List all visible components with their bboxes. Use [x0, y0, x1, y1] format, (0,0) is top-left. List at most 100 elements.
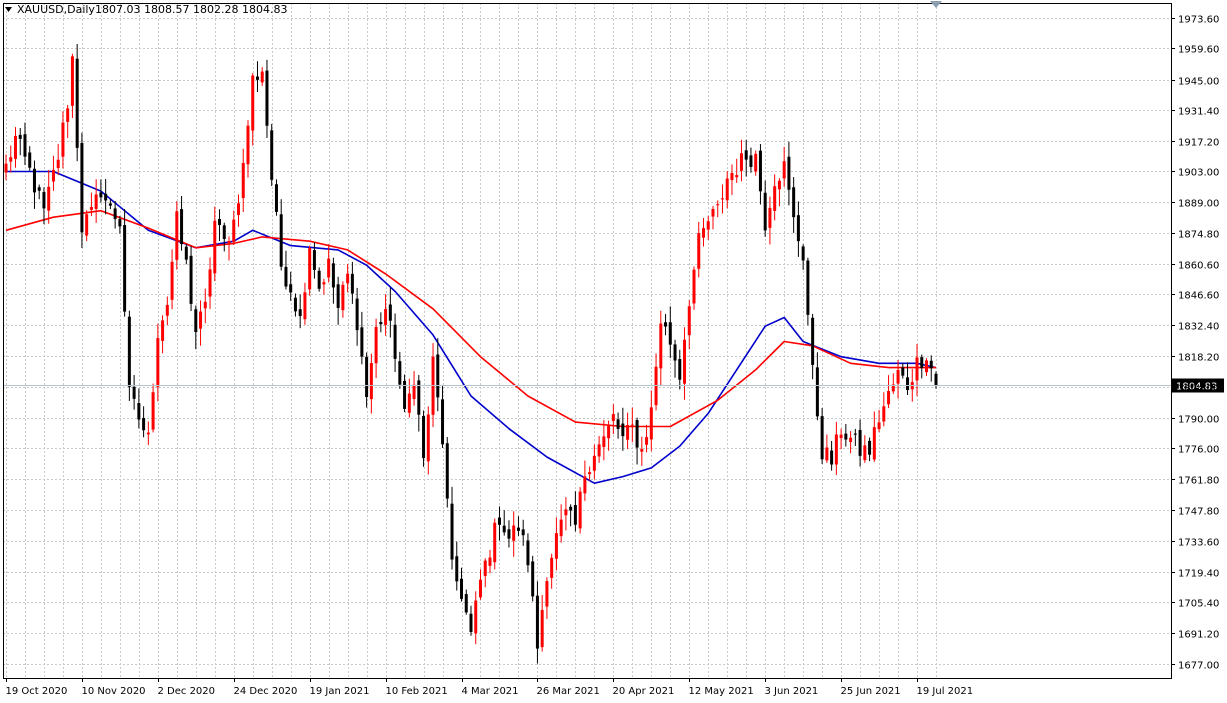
candle-bull[interactable] [47, 186, 51, 211]
candle-bull[interactable] [872, 427, 876, 460]
price-chart[interactable]: 1804.83 1973.60 1959.60 1945.00 1931.40 1917… [0, 0, 1227, 699]
candle-bull[interactable] [232, 219, 236, 243]
candle-bear[interactable] [108, 203, 112, 206]
candle-bull[interactable] [630, 424, 634, 426]
candle-bull[interactable] [697, 233, 701, 269]
candle-bull[interactable] [61, 122, 65, 157]
candle-bull[interactable] [474, 600, 478, 634]
candle-bear[interactable] [792, 187, 796, 218]
candle-bear[interactable] [744, 150, 748, 160]
candle-bull[interactable] [412, 384, 416, 399]
candle-bull[interactable] [488, 557, 492, 566]
candle-bear[interactable] [189, 255, 193, 304]
candle-bear[interactable] [284, 266, 288, 287]
candle-bull[interactable] [588, 472, 592, 475]
candle-bull[interactable] [170, 261, 174, 300]
candle-bear[interactable] [113, 208, 117, 220]
candle-bull[interactable] [649, 407, 653, 440]
candle-bull[interactable] [711, 209, 715, 217]
candle-bull[interactable] [602, 436, 606, 448]
candle-bull[interactable] [493, 522, 497, 563]
candle-bear[interactable] [37, 187, 41, 191]
candle-bull[interactable] [303, 292, 307, 320]
candle-bear[interactable] [635, 420, 639, 448]
candle-bear[interactable] [763, 192, 767, 231]
candle-bear[interactable] [388, 304, 392, 321]
candle-bull[interactable] [66, 108, 70, 122]
candle-bear[interactable] [531, 561, 535, 597]
candle-bear[interactable] [317, 270, 321, 289]
candle-bear[interactable] [123, 225, 127, 312]
candle-bull[interactable] [199, 311, 203, 329]
candle-bull[interactable] [374, 327, 378, 364]
candle-bear[interactable] [274, 184, 278, 212]
candle-bear[interactable] [336, 284, 340, 308]
candle-bull[interactable] [626, 424, 630, 440]
candle-bear[interactable] [398, 361, 402, 385]
candle-bear[interactable] [621, 423, 625, 437]
candle-bull[interactable] [426, 414, 430, 462]
candle-bear[interactable] [28, 152, 32, 168]
candle-bull[interactable] [4, 163, 8, 173]
candle-bear[interactable] [118, 219, 122, 227]
candle-bull[interactable] [640, 448, 644, 452]
candle-bull[interactable] [241, 162, 245, 199]
candle-bear[interactable] [497, 517, 501, 525]
candle-bull[interactable] [151, 392, 155, 430]
candle-bull[interactable] [834, 434, 838, 465]
candle-bear[interactable] [379, 321, 383, 325]
candle-bear[interactable] [331, 263, 335, 288]
candle-bull[interactable] [583, 476, 587, 494]
candle-bull[interactable] [645, 437, 649, 445]
candle-bear[interactable] [749, 155, 753, 167]
candle-bear[interactable] [293, 297, 297, 312]
candle-bull[interactable] [384, 309, 388, 325]
candle-bear[interactable] [132, 386, 136, 399]
candle-bear[interactable] [920, 357, 924, 369]
candle-bull[interactable] [89, 206, 93, 210]
candle-bull[interactable] [478, 579, 482, 598]
candle-bear[interactable] [569, 506, 573, 511]
candle-bull[interactable] [369, 363, 373, 400]
candle-bull[interactable] [308, 248, 312, 290]
candle-bear[interactable] [194, 309, 198, 332]
candle-bull[interactable] [322, 282, 326, 285]
candle-bear[interactable] [184, 246, 188, 260]
candle-bull[interactable] [687, 306, 691, 336]
candle-bear[interactable] [853, 433, 857, 435]
candle-bear[interactable] [75, 58, 79, 148]
candle-bear[interactable] [355, 298, 359, 331]
candle-bear[interactable] [758, 150, 762, 192]
candle-bull[interactable] [559, 519, 563, 537]
candle-bear[interactable] [573, 505, 577, 525]
candle-bull[interactable] [777, 180, 781, 190]
candle-bear[interactable] [450, 503, 454, 560]
candle-bull[interactable] [554, 533, 558, 559]
candle-bull[interactable] [896, 369, 900, 384]
candle-bull[interactable] [227, 240, 231, 244]
candle-bull[interactable] [341, 284, 345, 311]
candle-bull[interactable] [540, 609, 544, 648]
candle-bear[interactable] [868, 440, 872, 455]
candle-bull[interactable] [175, 211, 179, 260]
candle-bear[interactable] [99, 192, 103, 198]
candle-bull[interactable] [592, 455, 596, 471]
candle-bull[interactable] [607, 424, 611, 439]
candle-bear[interactable] [526, 540, 530, 566]
candle-bear[interactable] [350, 273, 354, 294]
candle-bear[interactable] [521, 529, 525, 536]
candle-bull[interactable] [839, 434, 843, 439]
candle-bull[interactable] [730, 173, 734, 181]
candle-bear[interactable] [901, 367, 905, 376]
candle-bull[interactable] [564, 509, 568, 516]
candle-bull[interactable] [863, 445, 867, 461]
candle-bear[interactable] [265, 70, 269, 126]
candle-bull[interactable] [483, 560, 487, 576]
candle-bear[interactable] [441, 399, 445, 445]
candle-bull[interactable] [739, 153, 743, 171]
candle-bear[interactable] [142, 418, 146, 431]
candle-bear[interactable] [460, 578, 464, 599]
candle-bull[interactable] [720, 198, 724, 200]
candle-bear[interactable] [830, 450, 834, 465]
candle-bear[interactable] [32, 168, 36, 193]
